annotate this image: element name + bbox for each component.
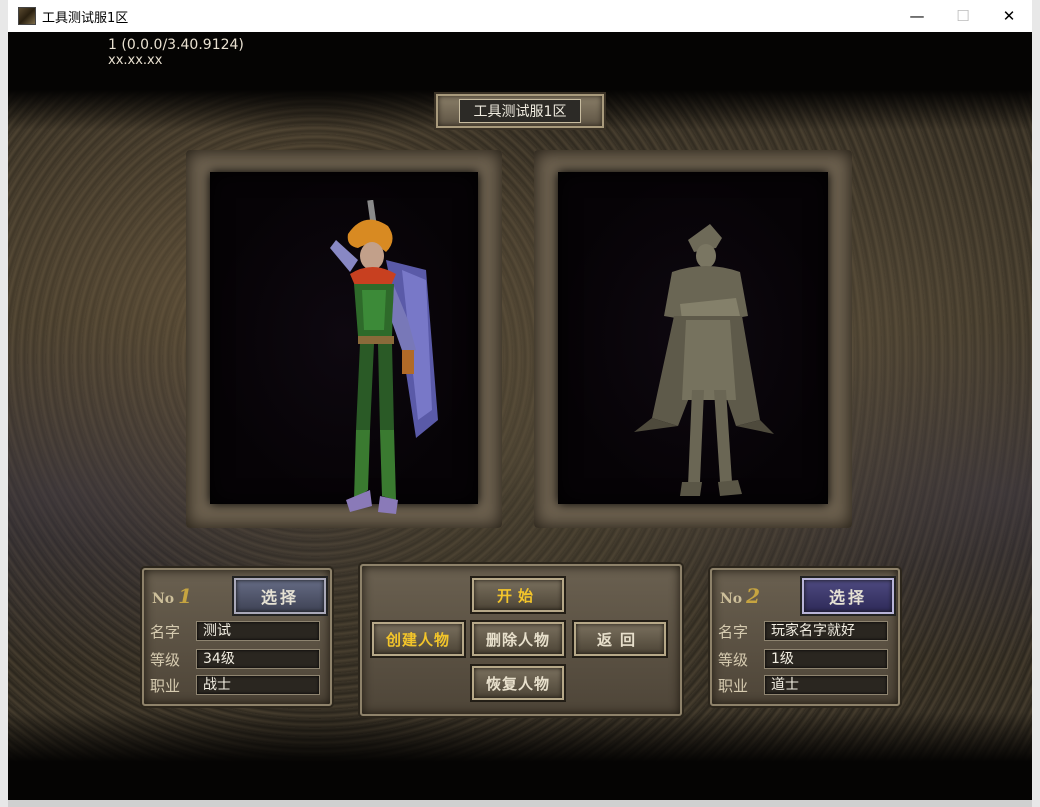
- window-title: 工具测试服1区: [42, 10, 129, 26]
- job-row-2: 职业 道士: [718, 674, 888, 696]
- start-button[interactable]: 开始: [472, 578, 564, 612]
- select-button-2[interactable]: 选择: [802, 578, 894, 614]
- taoist-statue-icon[interactable]: [624, 220, 794, 510]
- create-character-button[interactable]: 创建人物: [372, 622, 464, 656]
- background-window-edge-right: [1032, 0, 1040, 807]
- character-frame-1[interactable]: [186, 150, 502, 528]
- window-titlebar[interactable]: 工具测试服1区 — ☐ ✕: [8, 0, 1032, 32]
- level-row-1: 等级 34级: [150, 648, 320, 670]
- back-button[interactable]: 返回: [574, 622, 666, 656]
- level-label: 等级: [150, 650, 181, 669]
- server-name: 工具测试服1区: [458, 99, 582, 123]
- server-name-plate: 工具测试服1区: [436, 94, 604, 128]
- name-label: 名字: [718, 622, 749, 641]
- warrior-character-icon[interactable]: [306, 200, 446, 530]
- background-window-edge-left: [0, 0, 8, 807]
- name-value-1: 测试: [196, 621, 320, 641]
- name-row-2: 名字 玩家名字就好: [718, 620, 888, 642]
- window-bottom-edge: [8, 800, 1032, 807]
- name-label: 名字: [150, 622, 181, 641]
- game-viewport: 1 (0.0.0/3.40.9124) xx.xx.xx 工具测试服1区 No …: [8, 32, 1032, 800]
- name-row-1: 名字 测试: [150, 620, 320, 642]
- version-info: 1 (0.0.0/3.40.9124) xx.xx.xx: [108, 37, 244, 69]
- ip-text: xx.xx.xx: [108, 53, 163, 68]
- app-icon: [18, 7, 36, 25]
- maximize-button[interactable]: ☐: [940, 0, 986, 32]
- level-value-2: 1级: [764, 649, 888, 669]
- job-value-1: 战士: [196, 675, 320, 695]
- version-text: 1 (0.0.0/3.40.9124): [108, 37, 244, 53]
- job-label: 职业: [718, 676, 749, 695]
- close-button[interactable]: ✕: [986, 0, 1032, 32]
- select-button-1[interactable]: 选择: [234, 578, 326, 614]
- level-value-1: 34级: [196, 649, 320, 669]
- character-slot-2: No 2 选择 名字 玩家名字就好 等级 1级 职业 道士: [710, 568, 900, 706]
- window-controls: — ☐ ✕: [894, 0, 1032, 32]
- restore-character-button[interactable]: 恢复人物: [472, 666, 564, 700]
- slot-number-2: No 2: [720, 584, 761, 608]
- character-slot-1: No 1 选择 名字 测试 等级 34级 职业 战士: [142, 568, 332, 706]
- delete-character-button[interactable]: 删除人物: [472, 622, 564, 656]
- job-value-2: 道士: [764, 675, 888, 695]
- minimize-button[interactable]: —: [894, 0, 940, 32]
- character-frame-2[interactable]: [534, 150, 852, 528]
- level-label: 等级: [718, 650, 749, 669]
- action-panel: 开始 创建人物 删除人物 返回 恢复人物: [360, 564, 682, 716]
- name-value-2: 玩家名字就好: [764, 621, 888, 641]
- job-row-1: 职业 战士: [150, 674, 320, 696]
- level-row-2: 等级 1级: [718, 648, 888, 670]
- job-label: 职业: [150, 676, 181, 695]
- slot-number-1: No 1: [152, 584, 193, 608]
